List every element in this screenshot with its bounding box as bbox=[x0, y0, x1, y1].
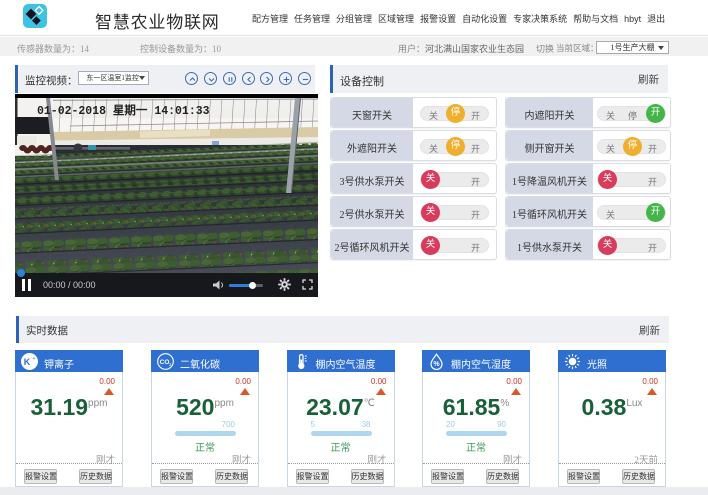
svg-text:CO: CO bbox=[160, 359, 170, 366]
svg-text:K: K bbox=[24, 357, 31, 367]
svg-text:+: + bbox=[33, 356, 36, 362]
svg-text:%: % bbox=[433, 361, 440, 368]
svg-text:01-02-2018 星期一 14:01:33: 01-02-2018 星期一 14:01:33 bbox=[37, 103, 210, 118]
